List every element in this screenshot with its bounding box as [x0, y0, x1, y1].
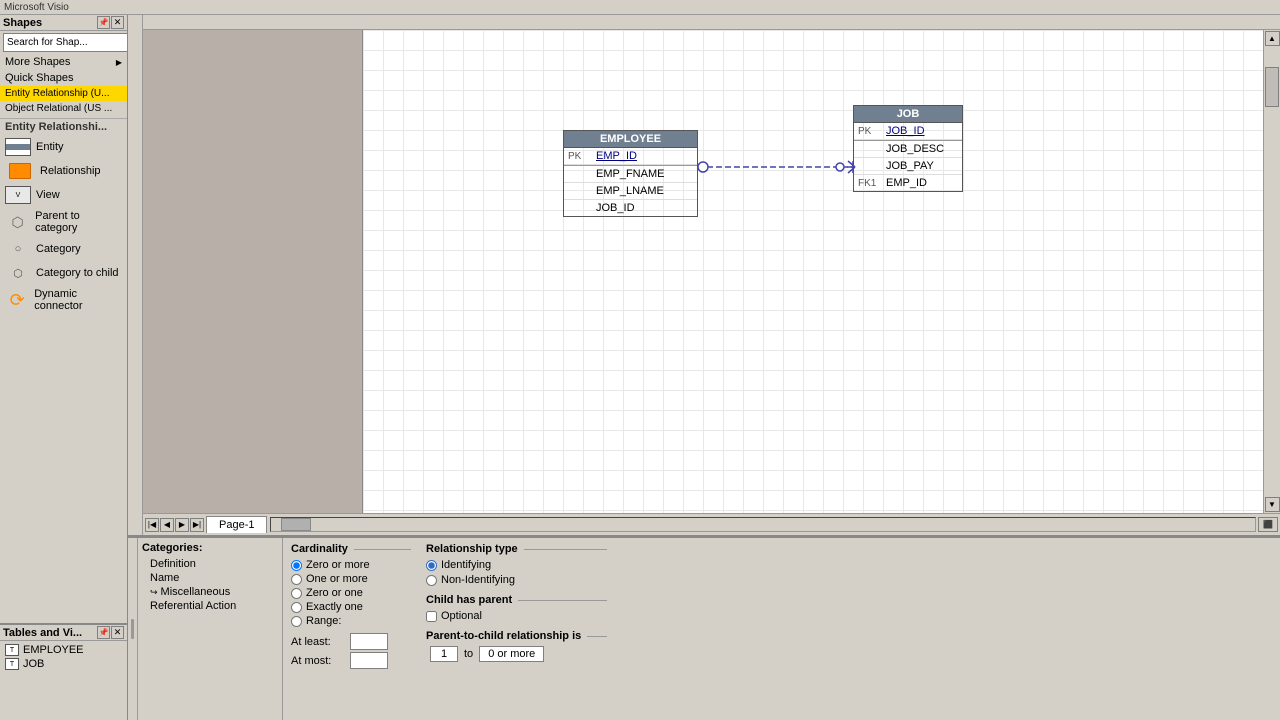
- relationship-shape-item[interactable]: Relationship: [0, 159, 127, 183]
- tab-first-btn[interactable]: |◀: [145, 518, 159, 532]
- at-most-label: At most:: [291, 655, 346, 667]
- at-least-input[interactable]: [350, 633, 388, 650]
- category-label: Category: [36, 243, 81, 255]
- dynamic-connector-item[interactable]: ⟳ Dynamic connector: [0, 285, 127, 315]
- entity-relationship-section-label: Entity Relationshi...: [0, 118, 127, 135]
- category-child-item[interactable]: ⬡ Category to child: [0, 261, 127, 285]
- cardinality-title: Cardinality: [291, 543, 348, 555]
- relationship-identifying[interactable]: Identifying: [426, 559, 607, 571]
- relationship-icon: [5, 162, 35, 180]
- tab-last-btn[interactable]: ▶|: [190, 518, 204, 532]
- entity-relationship-item[interactable]: Entity Relationship (U...: [0, 86, 127, 101]
- cardinality-exactly-one[interactable]: Exactly one: [291, 601, 411, 613]
- entity-label: Entity: [36, 141, 64, 153]
- view-shape-item[interactable]: V View: [0, 183, 127, 207]
- dynamic-connector-label: Dynamic connector: [34, 288, 122, 312]
- parent-child-display: 1 to 0 or more: [426, 646, 607, 662]
- job-table-item[interactable]: T JOB: [2, 657, 125, 671]
- scroll-down-btn[interactable]: ▼: [1265, 497, 1280, 512]
- er-connector: [363, 30, 1263, 513]
- diagram-canvas[interactable]: EMPLOYEE PK EMP_ID EMP_FNAME EMP_LNAME: [363, 30, 1263, 513]
- v-scroll-thumb[interactable]: [1265, 67, 1279, 107]
- cardinality-one-or-more[interactable]: One or more: [291, 573, 411, 585]
- shapes-panel-pin-btn[interactable]: 📌: [97, 16, 110, 29]
- scroll-up-btn[interactable]: ▲: [1265, 31, 1280, 46]
- fit-page-btn[interactable]: ⬛: [1258, 517, 1278, 532]
- employee-entity[interactable]: EMPLOYEE PK EMP_ID EMP_FNAME EMP_LNAME: [563, 130, 698, 217]
- shapes-panel-title: Shapes: [3, 17, 42, 29]
- vertical-scrollbar[interactable]: ▲ ▼: [1263, 30, 1280, 513]
- object-relational-item[interactable]: Object Relational (US ...: [0, 101, 127, 116]
- tab-next-btn[interactable]: ▶: [175, 518, 189, 532]
- quick-shapes-item[interactable]: Quick Shapes: [0, 70, 127, 86]
- relationship-type-title: Relationship type: [426, 543, 518, 555]
- child-optional-checkbox[interactable]: Optional: [426, 610, 607, 622]
- search-input[interactable]: [3, 33, 127, 52]
- employee-table-item[interactable]: T EMPLOYEE: [2, 643, 125, 657]
- page-tab-1[interactable]: Page-1: [206, 516, 267, 533]
- category-referential-action[interactable]: Referential Action: [148, 599, 278, 613]
- shapes-panel-close-btn[interactable]: ✕: [111, 16, 124, 29]
- entity-icon: [5, 138, 31, 156]
- job-id-row: JOB_ID: [564, 200, 697, 216]
- h-scroll-thumb[interactable]: [281, 518, 311, 531]
- more-shapes-item[interactable]: More Shapes ▶: [0, 54, 127, 70]
- tables-panel-title: Tables and Vi...: [3, 627, 82, 639]
- job-table-icon: T: [5, 658, 19, 670]
- emp-lname-row: EMP_LNAME: [564, 183, 697, 200]
- emp-fname-row: EMP_FNAME: [564, 166, 697, 183]
- categories-title: Categories:: [142, 542, 278, 554]
- child-has-parent-title: Child has parent: [426, 594, 512, 606]
- cardinality-zero-or-more[interactable]: Zero or more: [291, 559, 411, 571]
- cardinality-zero-or-one[interactable]: Zero or one: [291, 587, 411, 599]
- job-pay-row: JOB_PAY: [854, 158, 962, 175]
- dynamic-connector-icon: ⟳: [5, 291, 29, 309]
- job-emp-id-row: FK1 EMP_ID: [854, 175, 962, 191]
- category-item[interactable]: ○ Category: [0, 237, 127, 261]
- app-title: Microsoft Visio: [4, 2, 69, 13]
- parent-child-title: Parent-to-child relationship is: [426, 630, 581, 642]
- employee-table-icon: T: [5, 644, 19, 656]
- parent-category-icon: ⬡: [5, 213, 30, 231]
- parent-category-item[interactable]: ⬡ Parent to category: [0, 207, 127, 237]
- horizontal-ruler: [143, 15, 1280, 29]
- relationship-label: Relationship: [40, 165, 101, 177]
- category-icon: ○: [5, 240, 31, 258]
- page-preview-area: [143, 30, 363, 513]
- tables-panel-pin-btn[interactable]: 📌: [97, 626, 110, 639]
- category-miscellaneous[interactable]: ↪ Miscellaneous: [148, 585, 278, 599]
- entity-shape-item[interactable]: Entity: [0, 135, 127, 159]
- job-entity[interactable]: JOB PK JOB_ID JOB_DESC: [853, 105, 963, 192]
- parent-category-label: Parent to category: [35, 210, 122, 234]
- category-child-icon: ⬡: [5, 264, 31, 282]
- category-name[interactable]: Name: [148, 571, 278, 585]
- at-least-label: At least:: [291, 636, 346, 648]
- view-icon: V: [5, 186, 31, 204]
- vertical-ruler: [128, 15, 142, 535]
- at-most-input[interactable]: [350, 652, 388, 669]
- tab-prev-btn[interactable]: ◀: [160, 518, 174, 532]
- employee-pk-row: PK EMP_ID: [564, 148, 697, 165]
- employee-entity-header: EMPLOYEE: [563, 130, 698, 148]
- tables-panel-close-btn[interactable]: ✕: [111, 626, 124, 639]
- view-label: View: [36, 189, 60, 201]
- category-child-label: Category to child: [36, 267, 119, 279]
- job-pk-row: PK JOB_ID: [854, 123, 962, 140]
- cardinality-range[interactable]: Range:: [291, 615, 411, 627]
- job-entity-header: JOB: [853, 105, 963, 123]
- panel-resize-handle[interactable]: [128, 538, 138, 720]
- relationship-non-identifying[interactable]: Non-Identifying: [426, 574, 607, 586]
- job-desc-row: JOB_DESC: [854, 141, 962, 158]
- category-definition[interactable]: Definition: [148, 557, 278, 571]
